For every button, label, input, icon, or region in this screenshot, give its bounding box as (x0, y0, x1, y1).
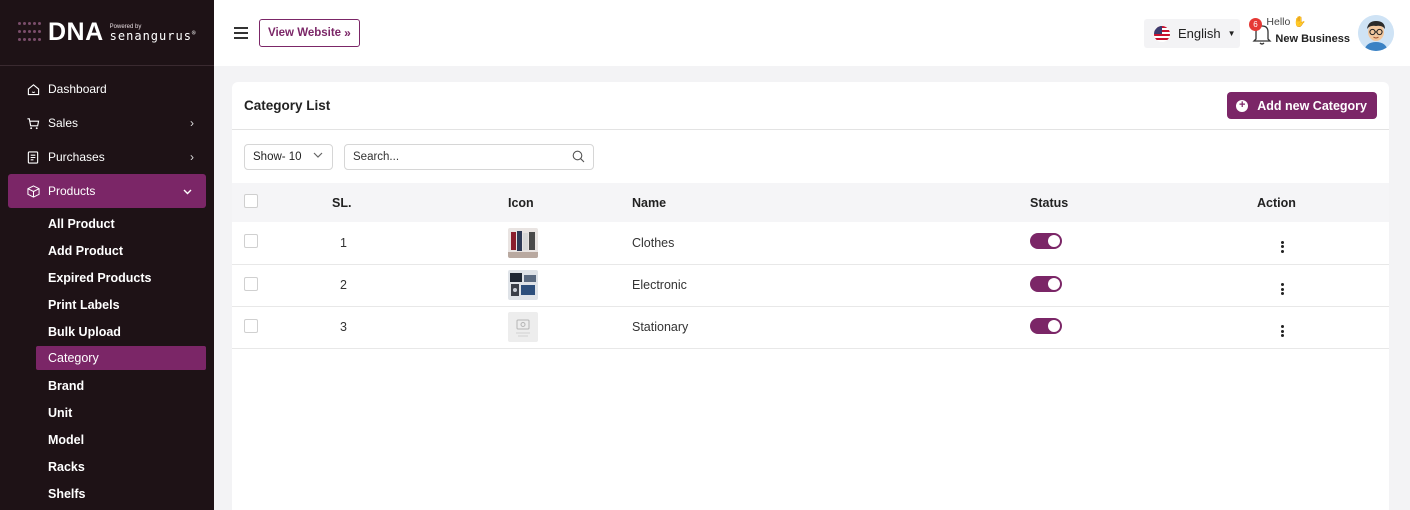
topbar: View Website » English ▼ 6 Hello ✋ New B… (214, 0, 1410, 66)
sidebar-subitem-shelfs[interactable]: Shelfs (0, 480, 214, 507)
more-actions-icon[interactable] (1281, 283, 1285, 295)
category-icon-electronic (508, 270, 538, 300)
sidebar-subitem-racks[interactable]: Racks (0, 453, 214, 480)
double-chevron-right-icon: » (344, 26, 351, 40)
status-toggle[interactable] (1030, 275, 1062, 292)
search-box (344, 143, 594, 170)
sidebar-subitem-unit[interactable]: Unit (0, 399, 214, 426)
add-category-button[interactable]: + Add new Category (1227, 92, 1377, 119)
column-header-name[interactable]: Name (632, 183, 1030, 222)
row-name: Clothes (632, 235, 675, 250)
logo-text: DNA (48, 18, 104, 46)
category-icon-placeholder (508, 312, 538, 342)
sidebar-item-dashboard[interactable]: Dashboard (0, 72, 214, 106)
home-icon (26, 82, 40, 96)
sidebar-item-products[interactable]: Products (8, 174, 206, 208)
receipt-icon (26, 150, 40, 164)
sidebar-item-label: Sales (48, 116, 79, 130)
us-flag-icon (1154, 25, 1170, 42)
sidebar-item-label: Purchases (48, 150, 105, 164)
row-checkbox[interactable] (244, 276, 258, 291)
sidebar-subitem-category[interactable]: Category (36, 346, 206, 370)
more-actions-icon[interactable] (1281, 325, 1285, 337)
logo[interactable]: DNA Powered by senangurus® (0, 0, 214, 66)
category-table: SL. Icon Name Status Action 1 Clothes 2 … (232, 183, 1389, 349)
column-header-action: Action (1257, 195, 1296, 210)
user-name: New Business (1275, 33, 1350, 45)
more-actions-icon[interactable] (1281, 240, 1285, 253)
chevron-down-icon (313, 150, 323, 161)
sidebar-item-purchases[interactable]: Purchases › (0, 140, 214, 174)
select-all-checkbox[interactable] (244, 194, 258, 208)
category-list-card: Category List + Add new Category Show- 1… (232, 82, 1389, 510)
status-toggle[interactable] (1030, 317, 1062, 334)
logo-brand: senangurus (109, 28, 192, 43)
card-header: Category List + Add new Category (232, 82, 1389, 130)
search-input[interactable] (353, 150, 553, 163)
table-header-row: SL. Icon Name Status Action (232, 183, 1389, 222)
view-website-button[interactable]: View Website » (259, 19, 360, 47)
language-selector[interactable]: English ▼ (1144, 19, 1240, 48)
column-header-status[interactable]: Status (1030, 183, 1257, 222)
sidebar-nav: Dashboard Sales › Purchases › Products A… (0, 66, 214, 507)
wave-hand-icon: ✋ (1293, 16, 1307, 28)
page-size-select[interactable]: Show- 10 (244, 143, 333, 170)
sidebar-subitem-bulk-upload[interactable]: Bulk Upload (0, 318, 214, 345)
language-label: English (1178, 26, 1221, 41)
cart-icon (26, 116, 40, 130)
sidebar-item-label: Products (48, 184, 96, 198)
search-icon[interactable] (572, 150, 585, 163)
notification-badge: 6 (1249, 18, 1262, 31)
sidebar-subitem-model[interactable]: Model (0, 426, 214, 453)
hello-text: Hello (1266, 16, 1291, 28)
page-title: Category List (244, 98, 331, 113)
chevron-right-icon: › (190, 116, 194, 130)
logo-dots-icon (18, 21, 44, 44)
category-icon-clothes (508, 227, 538, 258)
table-row[interactable]: 3 Stationary (232, 306, 1389, 348)
user-greeting[interactable]: Hello ✋ New Business (1266, 15, 1350, 45)
box-icon (26, 184, 40, 198)
sidebar: DNA Powered by senangurus® Dashboard Sal… (0, 0, 214, 510)
sidebar-subitem-expired-products[interactable]: Expired Products (0, 264, 214, 291)
sidebar-item-sales[interactable]: Sales › (0, 106, 214, 140)
sidebar-subitem-print-labels[interactable]: Print Labels (0, 291, 214, 318)
plus-circle-icon: + (1236, 99, 1249, 112)
row-sl: 1 (340, 235, 347, 250)
status-toggle[interactable] (1030, 233, 1062, 250)
row-name: Stationary (632, 320, 689, 334)
table-row[interactable]: 1 Clothes (232, 222, 1389, 264)
select-all-cell (232, 183, 332, 222)
row-sl: 2 (340, 278, 347, 292)
sidebar-subitem-brand[interactable]: Brand (0, 372, 214, 399)
sidebar-subitem-all-product[interactable]: All Product (0, 210, 214, 237)
row-checkbox[interactable] (244, 318, 258, 333)
sidebar-subitem-add-product[interactable]: Add Product (0, 237, 214, 264)
chevron-right-icon: › (190, 150, 194, 164)
logo-registered-mark: ® (191, 29, 197, 37)
sidebar-item-label: Dashboard (48, 82, 107, 96)
chevron-down-icon (183, 184, 192, 198)
table-filters: Show- 10 (232, 130, 1389, 183)
row-name: Electronic (632, 278, 687, 292)
column-header-sl[interactable]: SL. (332, 183, 508, 222)
avatar[interactable] (1358, 15, 1394, 51)
table-row[interactable]: 2 Electronic (232, 264, 1389, 306)
row-checkbox[interactable] (244, 234, 258, 249)
row-sl: 3 (340, 320, 347, 334)
caret-down-icon: ▼ (1227, 29, 1236, 38)
products-submenu: All Product Add Product Expired Products… (0, 208, 214, 507)
column-header-icon: Icon (508, 195, 534, 210)
menu-toggle-icon[interactable] (234, 27, 248, 39)
